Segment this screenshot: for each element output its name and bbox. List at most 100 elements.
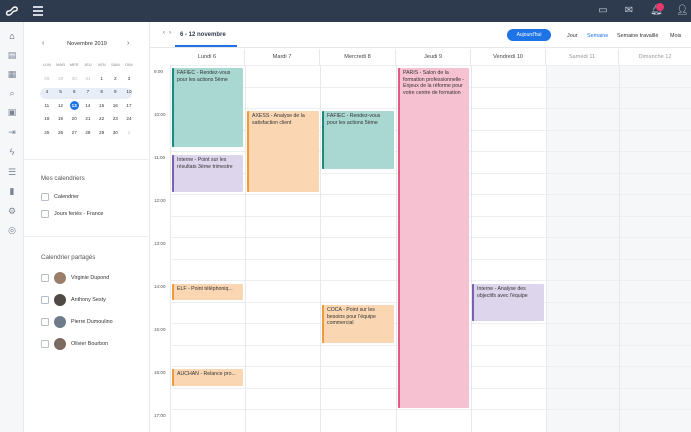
shared-calendar-checkbox[interactable] — [41, 340, 49, 348]
divider — [24, 159, 150, 160]
mini-day[interactable]: 2 — [108, 76, 122, 81]
calendar-event[interactable]: AXESS - Analyse de la satisfaction clien… — [247, 111, 319, 192]
calendar-event[interactable]: Interne - Analyse des objectifs avec l'é… — [472, 284, 544, 321]
calendar-item[interactable]: Calendrier — [41, 192, 79, 202]
mini-day[interactable]: 10 — [122, 89, 136, 94]
mini-day[interactable]: 19 — [54, 116, 68, 121]
mini-day[interactable]: 8 — [95, 89, 109, 94]
list-icon[interactable]: ☰ — [6, 166, 18, 178]
document-icon[interactable]: ▤ — [6, 49, 18, 61]
calendar-event[interactable]: PARIS - Salon de la formation profession… — [398, 68, 469, 408]
mini-day[interactable]: 4 — [40, 89, 54, 94]
mini-day-today[interactable]: 13 — [67, 100, 81, 110]
view-workweek-button[interactable]: Semaine travaillé — [617, 33, 658, 39]
calendar-icon[interactable]: ▣ — [6, 106, 18, 118]
column-line — [245, 65, 246, 432]
top-bar: ▭ ✉ 🔔︎ 👤︎ — [0, 0, 691, 22]
export-icon[interactable]: ⇥ — [6, 126, 18, 138]
day-header[interactable]: Mardi 7 — [245, 49, 320, 65]
mini-day[interactable]: 23 — [108, 116, 122, 121]
mini-day[interactable]: 20 — [67, 116, 81, 121]
shared-calendar-item[interactable]: Olivier Bourbon — [41, 337, 108, 351]
mini-day[interactable]: 22 — [95, 116, 109, 121]
chart-icon[interactable]: ▮ — [6, 185, 18, 197]
prev-month-icon[interactable]: ‹ — [42, 40, 44, 47]
user-icon[interactable]: 👤︎ — [676, 5, 689, 17]
mini-day[interactable]: 30 — [67, 76, 81, 81]
calendar-event[interactable]: FAFIEC - Rendez-vous pour les actions 5è… — [172, 68, 243, 147]
mini-day[interactable]: 12 — [54, 103, 68, 108]
mini-day[interactable]: 3 — [122, 76, 136, 81]
mini-day[interactable]: 25 — [40, 130, 54, 135]
search-icon[interactable]: ⌕ — [6, 87, 18, 99]
calendar-event[interactable]: COCA - Point sur les besoins pour l'équi… — [322, 305, 394, 343]
mini-day[interactable]: 5 — [54, 89, 68, 94]
week-nav-arrows-icon[interactable]: ‹› — [163, 30, 175, 36]
dow-label: MER — [69, 62, 79, 68]
column-line — [471, 65, 472, 432]
mini-day[interactable]: 18 — [40, 116, 54, 121]
day-header[interactable]: Samedi 11 — [546, 49, 619, 65]
column-line — [396, 65, 397, 432]
shared-calendar-item[interactable]: Anthony Sesty — [41, 293, 106, 307]
mini-day[interactable]: 1 — [122, 130, 136, 135]
view-week-button[interactable]: Semaine — [587, 33, 608, 39]
mini-day[interactable]: 9 — [108, 89, 122, 94]
mini-day[interactable]: 29 — [54, 76, 68, 81]
day-header[interactable]: Dimanche 12 — [619, 49, 691, 65]
home-icon[interactable]: ⌂ — [6, 30, 18, 42]
calendar-checkbox[interactable] — [41, 210, 49, 218]
day-header[interactable]: Jeudi 9 — [396, 49, 471, 65]
flash-icon[interactable]: ϟ — [6, 146, 18, 158]
mini-day[interactable]: 26 — [54, 130, 68, 135]
mini-day[interactable]: 11 — [40, 103, 54, 108]
mini-day[interactable]: 29 — [95, 130, 109, 135]
shared-calendar-checkbox[interactable] — [41, 318, 49, 326]
chat-icon[interactable]: ✉ — [623, 5, 635, 17]
calendar-checkbox[interactable] — [41, 193, 49, 201]
mini-day[interactable]: 21 — [81, 116, 95, 121]
day-header[interactable]: Lundi 6 — [170, 49, 245, 65]
day-header[interactable]: Mercredi 8 — [320, 49, 396, 65]
shared-calendar-item[interactable]: Virginie Dupond — [41, 271, 109, 285]
calendar-event[interactable]: ELF - Point téléphoniq... — [172, 284, 243, 300]
mini-day[interactable]: 7 — [81, 89, 95, 94]
next-month-icon[interactable]: › — [127, 40, 129, 47]
mini-day[interactable]: 24 — [122, 116, 136, 121]
calendar-item[interactable]: Jours feriés - France — [41, 209, 103, 219]
calendar-event[interactable]: FAFIEC - Rendez-vous pour les actions 5è… — [322, 111, 394, 169]
window-icon[interactable]: ▭ — [597, 5, 609, 17]
mini-day[interactable]: 16 — [108, 103, 122, 108]
mini-day[interactable]: 27 — [67, 130, 81, 135]
shared-calendar-checkbox[interactable] — [41, 296, 49, 304]
mini-day[interactable]: 17 — [122, 103, 136, 108]
calendar-event[interactable]: AUCHAN - Relance pro... — [172, 369, 243, 386]
calendar-event[interactable]: Interne - Point sur les résultats 3ème t… — [172, 155, 243, 192]
shared-calendar-checkbox[interactable] — [41, 274, 49, 282]
mini-day[interactable]: 14 — [81, 103, 95, 108]
mini-day[interactable]: 28 — [40, 76, 54, 81]
settings-icon[interactable]: ⚙ — [6, 205, 18, 217]
day-header[interactable]: Vendredi 10 — [471, 49, 546, 65]
time-label: 17:00 — [154, 413, 166, 418]
mini-day[interactable]: 15 — [95, 103, 109, 108]
logo-icon[interactable] — [4, 3, 20, 19]
sidebar: ‹ Novembre 2019 › LUN MAR MER JEU VEN SA… — [24, 22, 150, 432]
dow-label: LUN — [42, 62, 51, 68]
time-label: 9:00 — [154, 69, 163, 74]
mini-day[interactable]: 1 — [95, 76, 109, 81]
shared-calendar-item[interactable]: Pierre Dumoulino — [41, 315, 113, 329]
avatar — [54, 338, 66, 350]
mini-day[interactable]: 6 — [67, 89, 81, 94]
menu-icon[interactable] — [33, 6, 43, 16]
view-day-button[interactable]: Jour — [567, 33, 578, 39]
date-range-label: 6 - 12 novembre — [180, 32, 226, 38]
mini-day[interactable]: 28 — [81, 130, 95, 135]
view-month-button[interactable]: Mois — [670, 33, 681, 39]
mini-calendar-header: ‹ Novembre 2019 › — [24, 40, 150, 50]
mini-day[interactable]: 31 — [81, 76, 95, 81]
database-icon[interactable]: ◎ — [6, 224, 18, 236]
today-button[interactable]: Aujourd'hui — [507, 29, 551, 41]
mini-day[interactable]: 30 — [108, 130, 122, 135]
grid-icon[interactable]: ▦ — [6, 68, 18, 80]
